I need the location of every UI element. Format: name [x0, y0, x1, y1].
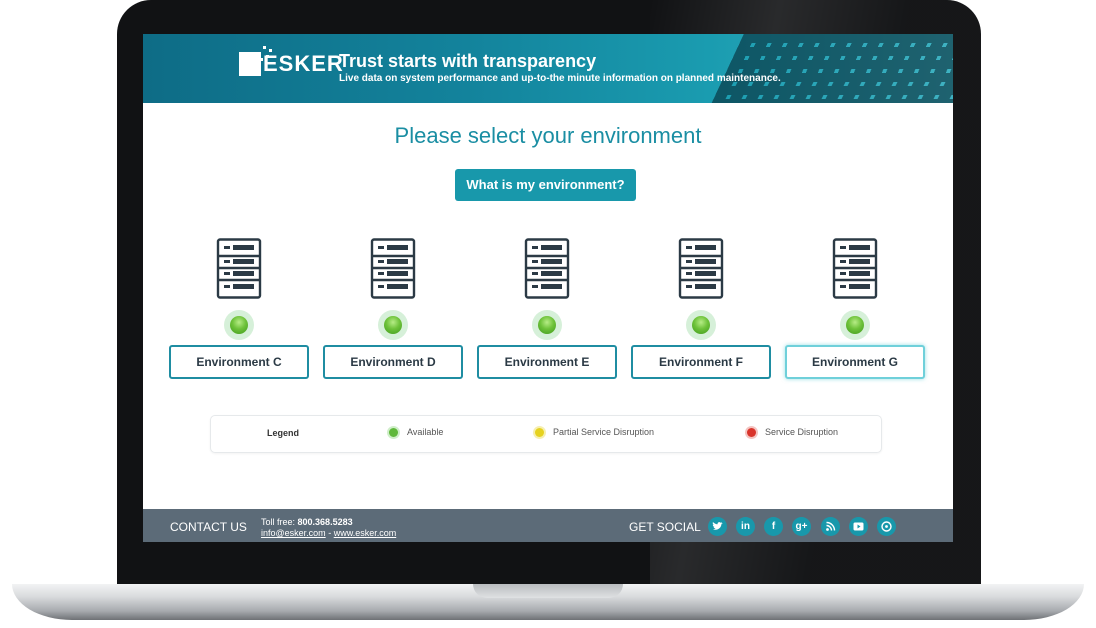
- phone-number: 800.368.5283: [297, 517, 353, 527]
- page-title: Please select your environment: [394, 123, 702, 148]
- environment-card: Environment D: [323, 238, 463, 379]
- environment-g-button[interactable]: Environment G: [785, 345, 925, 379]
- environment-f-button[interactable]: Environment F: [631, 345, 771, 379]
- contact-details: Toll free: 800.368.5283 info@esker.com -…: [261, 517, 396, 539]
- environment-c-button[interactable]: Environment C: [169, 345, 309, 379]
- environment-card: Environment F: [631, 238, 771, 379]
- header-title: Trust starts with transparency: [339, 51, 597, 71]
- link-separator: -: [328, 528, 332, 538]
- server-icon: [216, 238, 262, 299]
- server-icon: [524, 238, 570, 299]
- status-available-icon: [224, 310, 254, 340]
- status-available-icon: [686, 310, 716, 340]
- esker-logo[interactable]: ESKER: [239, 52, 344, 76]
- screen: ESKER Trust starts with transparency Liv…: [143, 34, 953, 542]
- youtube-icon[interactable]: [849, 517, 868, 536]
- status-available-icon: [378, 310, 408, 340]
- blog-icon[interactable]: [877, 517, 896, 536]
- logo-text: ESKER: [263, 51, 344, 76]
- twitter-icon[interactable]: [708, 517, 727, 536]
- rss-icon[interactable]: [821, 517, 840, 536]
- legend-label: Partial Service Disruption: [553, 427, 655, 437]
- legend-item-disruption: Service Disruption: [747, 427, 838, 437]
- email-link[interactable]: info@esker.com: [261, 528, 326, 538]
- legend-label: Available: [407, 427, 444, 437]
- environment-e-button[interactable]: Environment E: [477, 345, 617, 379]
- status-available-icon: [840, 310, 870, 340]
- environment-d-button[interactable]: Environment D: [323, 345, 463, 379]
- logo-mark: [239, 52, 261, 76]
- server-icon: [832, 238, 878, 299]
- server-icon: [678, 238, 724, 299]
- contact-us-label: CONTACT US: [170, 520, 247, 534]
- toll-free-label: Toll free:: [261, 517, 296, 527]
- red-status-icon: [747, 427, 756, 437]
- what-is-my-environment-button[interactable]: What is my environment?: [455, 169, 636, 201]
- keyboard-photo: [709, 34, 953, 103]
- environment-card: Environment G: [785, 238, 925, 379]
- legend-item-available: Available: [389, 427, 443, 437]
- linkedin-icon[interactable]: in: [736, 517, 755, 536]
- legend-label: Service Disruption: [765, 427, 839, 437]
- environment-card: Environment C: [169, 238, 309, 379]
- yellow-status-icon: [535, 427, 544, 437]
- page-header: ESKER Trust starts with transparency Liv…: [143, 34, 953, 103]
- server-icon: [370, 238, 416, 299]
- green-status-icon: [389, 427, 398, 437]
- website-link[interactable]: www.esker.com: [334, 528, 397, 538]
- laptop-notch: [473, 584, 623, 598]
- environment-card: Environment E: [477, 238, 617, 379]
- legend-title: Legend: [267, 428, 300, 438]
- status-available-icon: [532, 310, 562, 340]
- page-footer: CONTACT US Toll free: 800.368.5283 info@…: [143, 509, 953, 542]
- get-social-label: GET SOCIAL: [629, 520, 701, 534]
- facebook-icon[interactable]: f: [764, 517, 783, 536]
- legend: Legend Available Partial Service Disrupt…: [210, 415, 882, 453]
- header-subtitle: Live data on system performance and up-t…: [339, 73, 781, 84]
- google-plus-icon[interactable]: g+: [792, 517, 811, 536]
- legend-item-partial: Partial Service Disruption: [535, 427, 654, 437]
